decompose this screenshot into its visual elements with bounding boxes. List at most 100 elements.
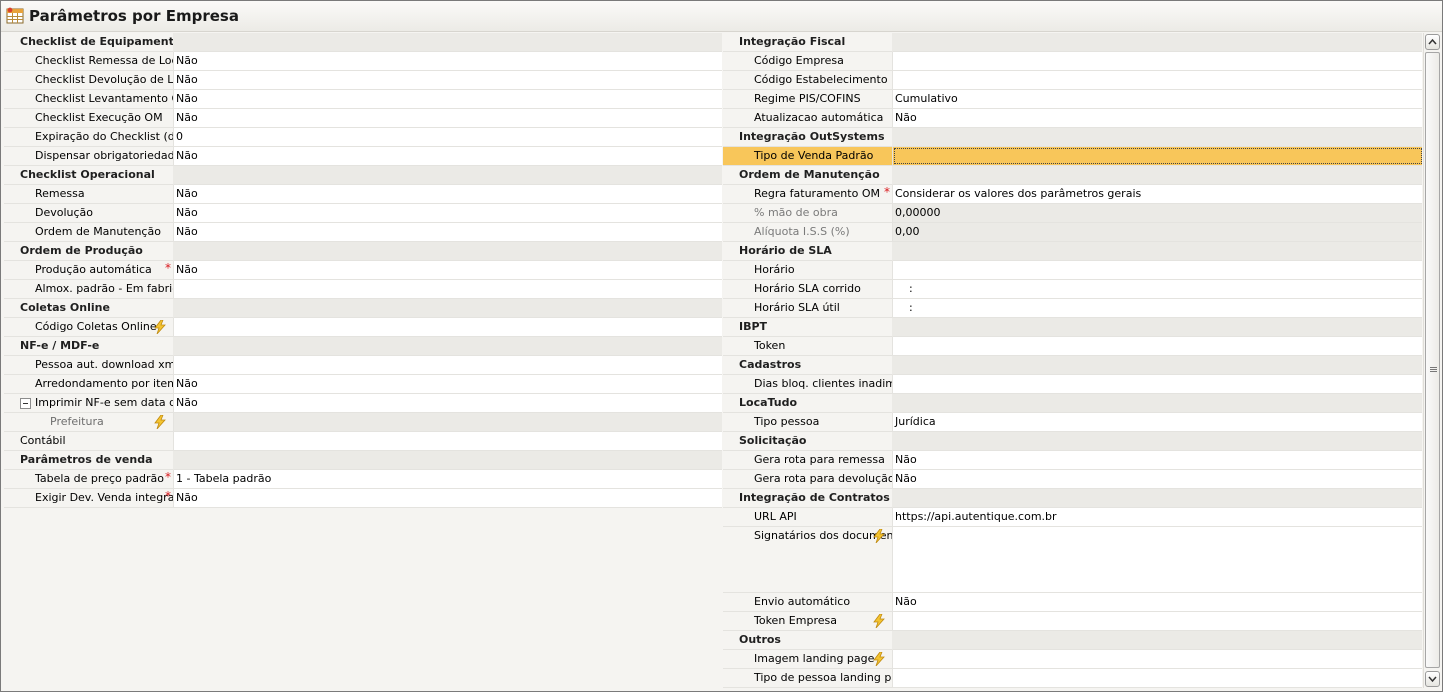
property-value-codigo-estabelecimento[interactable] — [892, 71, 1422, 90]
property-label-cell[interactable]: Produção automática * — [4, 261, 173, 280]
property-value-pessoa-aut-download-xml[interactable] — [173, 356, 722, 375]
property-value-signatarios-dos-documentos[interactable] — [892, 527, 1422, 593]
category-row-integracao-outsystems[interactable]: Integração OutSystems — [723, 128, 1422, 147]
property-value-tipo-pessoa[interactable]: Jurídica — [892, 413, 1422, 432]
property-value-exigir-dev-venda-integral-nf[interactable]: Não — [173, 489, 722, 508]
property-label-cell[interactable]: Exigir Dev. Venda integral (NF)* — [4, 489, 173, 508]
property-row-checklist-devolucao-de-locacao[interactable]: Checklist Devolução de LocaçãoNão — [4, 71, 722, 90]
property-value-checklist-devolucao-de-locacao[interactable]: Não — [173, 71, 722, 90]
property-label-cell[interactable]: Integração OutSystems — [723, 128, 892, 147]
property-value-arredondamento-por-item-no-total[interactable]: Não — [173, 375, 722, 394]
property-value-token[interactable] — [892, 337, 1422, 356]
property-label-cell[interactable]: Prefeitura — [4, 413, 173, 432]
property-label-cell[interactable]: Almox. padrão - Em fabricação — [4, 280, 173, 299]
lightning-icon[interactable] — [154, 319, 166, 335]
property-value-horario-sla-util[interactable]: : — [892, 299, 1422, 318]
property-label-cell[interactable]: Solicitação — [723, 432, 892, 451]
property-label-cell[interactable]: Código Coletas Online — [4, 318, 173, 337]
collapse-icon[interactable] — [20, 398, 31, 409]
property-row-token[interactable]: Token — [723, 337, 1422, 356]
property-row-tabela-de-preco-padrao[interactable]: Tabela de preço padrão * 1 - Tabela padrão — [4, 470, 722, 489]
property-label-cell[interactable]: Horário SLA corrido — [723, 280, 892, 299]
category-row-cadastros[interactable]: Cadastros — [723, 356, 1422, 375]
property-value-imprimir-nf-e-sem-data-de-emissao[interactable]: Não — [173, 394, 722, 413]
property-label-cell[interactable]: IBPT — [723, 318, 892, 337]
property-label-cell[interactable]: Ordem de Manutenção — [723, 166, 892, 185]
category-row-coletas-online[interactable]: Coletas Online — [4, 299, 722, 318]
property-row-tipo-de-venda-padrao[interactable]: Tipo de Venda Padrão — [723, 147, 1422, 166]
property-label-cell[interactable]: Tipo de Venda Padrão — [723, 147, 892, 166]
property-label-cell[interactable]: Contábil — [4, 432, 173, 451]
property-value-tipo-de-pessoa-landing-page[interactable] — [892, 669, 1422, 688]
property-value-atualizacao-automatica[interactable]: Não — [892, 109, 1422, 128]
property-label-cell[interactable]: Checklist Levantamento OM — [4, 90, 173, 109]
property-label-cell[interactable]: Dispensar obrigatoriedade — [4, 147, 173, 166]
property-row-dispensar-obrigatoriedade[interactable]: Dispensar obrigatoriedade Não — [4, 147, 722, 166]
scroll-up-button[interactable] — [1425, 34, 1440, 50]
property-row-signatarios-dos-documentos[interactable]: Signatários dos documentos — [723, 527, 1422, 593]
property-row-checklist-remessa-de-locacao[interactable]: Checklist Remessa de LocaçãoNão — [4, 52, 722, 71]
property-row-ordem-de-manutencao[interactable]: Ordem de Manutenção Não — [4, 223, 722, 242]
category-row-ordem-de-manutencao[interactable]: Ordem de Manutenção — [723, 166, 1422, 185]
category-row-solicitacao[interactable]: Solicitação — [723, 432, 1422, 451]
property-value-prefeitura[interactable] — [173, 413, 722, 432]
category-row-checklist-operacional[interactable]: Checklist Operacional — [4, 166, 722, 185]
property-label-cell[interactable]: % mão de obra — [723, 204, 892, 223]
property-value-dispensar-obrigatoriedade[interactable]: Não — [173, 147, 722, 166]
property-label-cell[interactable]: Tipo pessoa — [723, 413, 892, 432]
property-value-url-api[interactable]: https://api.autentique.com.br — [892, 508, 1422, 527]
property-label-cell[interactable]: Imprimir NF-e sem data de Emissão — [4, 394, 173, 413]
property-label-cell[interactable]: Código Estabelecimento — [723, 71, 892, 90]
property-row-token-empresa[interactable]: Token Empresa — [723, 612, 1422, 631]
category-row-locatudo[interactable]: LocaTudo — [723, 394, 1422, 413]
property-label-cell[interactable]: Dias bloq. clientes inadimplentes — [723, 375, 892, 394]
property-value-regime-pis-cofins[interactable]: Cumulativo — [892, 90, 1422, 109]
property-label-cell[interactable]: Atualizacao automática — [723, 109, 892, 128]
property-label-cell[interactable]: NF-e / MDF-e — [4, 337, 173, 356]
property-label-cell[interactable]: Integração Fiscal — [723, 33, 892, 52]
property-value-envio-automatico[interactable]: Não — [892, 593, 1422, 612]
property-row-codigo-empresa[interactable]: Código Empresa — [723, 52, 1422, 71]
property-row-contabil[interactable]: Contábil — [4, 432, 722, 451]
property-label-cell[interactable]: Alíquota I.S.S (%) — [723, 223, 892, 242]
property-label-cell[interactable]: Regra faturamento OM * — [723, 185, 892, 204]
property-label-cell[interactable]: Tipo de pessoa landing page — [723, 669, 892, 688]
property-label-cell[interactable]: Horário de SLA — [723, 242, 892, 261]
property-label-cell[interactable]: Ordem de Manutenção — [4, 223, 173, 242]
property-label-cell[interactable]: Checklist Devolução de Locação — [4, 71, 173, 90]
property-label-cell[interactable]: Parâmetros de venda — [4, 451, 173, 470]
property-value-checklist-levantamento-om[interactable]: Não — [173, 90, 722, 109]
category-row-nf-e-mdf-e[interactable]: NF-e / MDF-e — [4, 337, 722, 356]
property-label-cell[interactable]: Horário SLA útil — [723, 299, 892, 318]
property-row-checklist-levantamento-om[interactable]: Checklist Levantamento OMNão — [4, 90, 722, 109]
property-value-ordem-de-manutencao[interactable]: Não — [173, 223, 722, 242]
property-value-checklist-remessa-de-locacao[interactable]: Não — [173, 52, 722, 71]
property-value-codigo-empresa[interactable] — [892, 52, 1422, 71]
property-label-cell[interactable]: Arredondamento por item no total — [4, 375, 173, 394]
category-row-parametros-de-venda[interactable]: Parâmetros de venda — [4, 451, 722, 470]
property-value-expiracao-do-checklist-dias[interactable]: 0 — [173, 128, 722, 147]
category-row-horario-de-sla[interactable]: Horário de SLA — [723, 242, 1422, 261]
property-label-cell[interactable]: Horário — [723, 261, 892, 280]
category-row-integracao-fiscal[interactable]: Integração Fiscal — [723, 33, 1422, 52]
property-row-mao-de-obra[interactable]: % mão de obra 0,00000 — [723, 204, 1422, 223]
property-row-gera-rota-para-remessa[interactable]: Gera rota para remessa Não — [723, 451, 1422, 470]
property-row-almox-padrao-em-fabricacao[interactable]: Almox. padrão - Em fabricação — [4, 280, 722, 299]
property-value-mao-de-obra[interactable]: 0,00000 — [892, 204, 1422, 223]
property-value-almox-padrao-em-fabricacao[interactable] — [173, 280, 722, 299]
property-label-cell[interactable]: Signatários dos documentos — [723, 527, 892, 593]
lightning-icon[interactable] — [873, 528, 885, 544]
property-row-regra-faturamento-om[interactable]: Regra faturamento OM * Considerar os valor… — [723, 185, 1422, 204]
category-row-integracao-de-contratos[interactable]: Integração de Contratos — [723, 489, 1422, 508]
property-row-dias-bloq-clientes-inadimplentes[interactable]: Dias bloq. clientes inadimplentes — [723, 375, 1422, 394]
property-row-remessa[interactable]: Remessa Não — [4, 185, 722, 204]
scroll-down-button[interactable] — [1425, 671, 1440, 687]
property-row-checklist-execucao-om[interactable]: Checklist Execução OM Não — [4, 109, 722, 128]
property-row-pessoa-aut-download-xml[interactable]: Pessoa aut. download xml — [4, 356, 722, 375]
property-row-horario-sla-corrido[interactable]: Horário SLA corrido : — [723, 280, 1422, 299]
property-row-gera-rota-para-devolucao[interactable]: Gera rota para devolução Não — [723, 470, 1422, 489]
property-label-cell[interactable]: Outros — [723, 631, 892, 650]
property-value-gera-rota-para-devolucao[interactable]: Não — [892, 470, 1422, 489]
vertical-scrollbar[interactable] — [1423, 33, 1440, 688]
inline-editor-input[interactable] — [894, 148, 1422, 164]
